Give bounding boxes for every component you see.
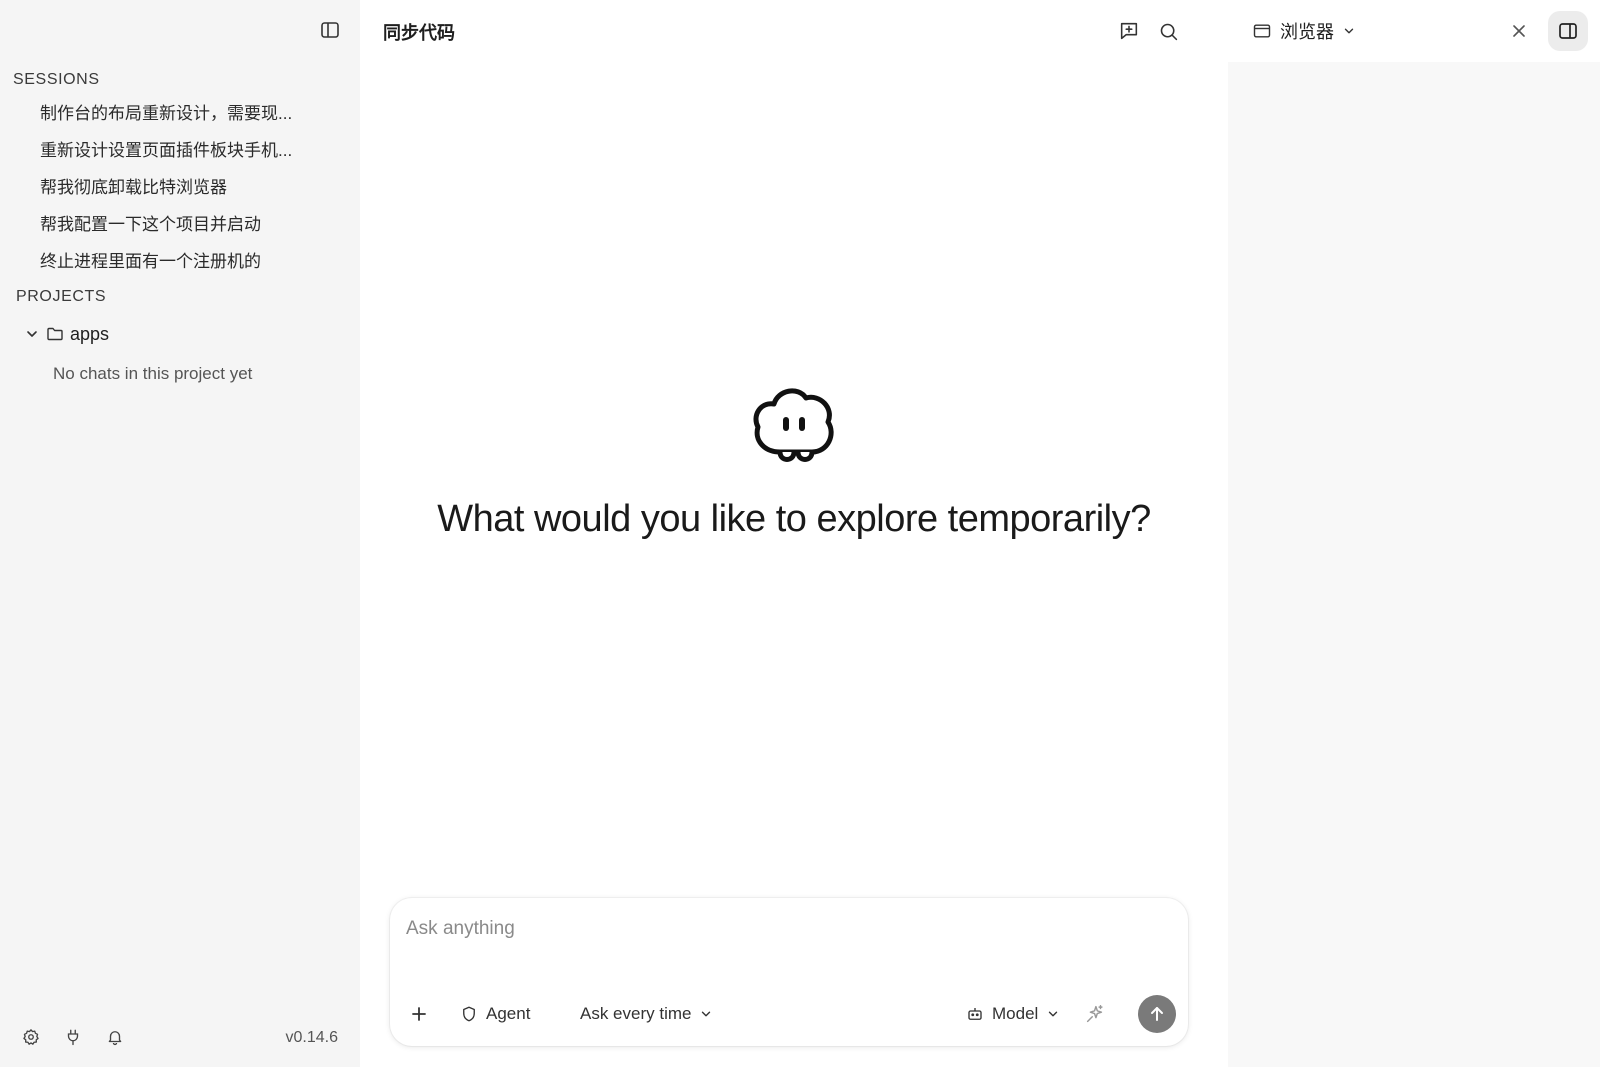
permission-label: Ask every time	[580, 1004, 692, 1023]
robot-icon	[968, 1008, 982, 1020]
sidebar: SESSIONS 制作台的布局重新设计，需要现... 重新设计设置页面插件板块手…	[0, 0, 360, 1067]
browser-panel-header: 浏览器	[1228, 0, 1600, 62]
chat-composer: Agent Ask every time Model	[390, 898, 1188, 1046]
sparkle-icon	[1086, 1005, 1103, 1023]
plug-icon	[67, 1029, 79, 1046]
chevron-down-icon	[1344, 28, 1354, 34]
panel-toggle-button[interactable]	[1548, 11, 1588, 51]
app-version: v0.14.6	[285, 1029, 338, 1046]
permission-select[interactable]: Ask every time	[580, 998, 713, 1030]
browser-panel: 浏览器	[1228, 0, 1600, 1067]
new-chat-icon	[1120, 22, 1138, 40]
chevron-down-icon	[702, 1011, 711, 1017]
session-list: 制作台的布局重新设计，需要现... 重新设计设置页面插件板块手机... 帮我彻底…	[40, 99, 292, 284]
project-name: apps	[70, 323, 110, 344]
sessions-label: SESSIONS	[13, 71, 100, 88]
welcome-hero: What would you like to explore temporari…	[360, 380, 1228, 541]
project-item-apps[interactable]: apps	[24, 322, 109, 346]
model-select[interactable]: Model	[966, 998, 1060, 1030]
folder-icon	[47, 327, 63, 341]
plus-icon	[412, 1007, 426, 1021]
close-icon	[1513, 25, 1525, 37]
composer-toolbar: Agent Ask every time Model	[390, 984, 1188, 1046]
page-title: 同步代码	[383, 23, 455, 43]
send-button[interactable]	[1138, 995, 1176, 1033]
agent-label: Agent	[486, 1004, 531, 1023]
main-area: 同步代码 What would you like to explore temp…	[360, 0, 1228, 1067]
shield-icon	[463, 1006, 475, 1022]
search-button[interactable]	[1155, 18, 1181, 44]
attach-button[interactable]	[410, 998, 428, 1030]
chat-input[interactable]	[406, 912, 1166, 946]
app-window: SESSIONS 制作台的布局重新设计，需要现... 重新设计设置页面插件板块手…	[0, 0, 1600, 1067]
session-item[interactable]: 制作台的布局重新设计，需要现...	[40, 99, 292, 136]
browser-select[interactable]: 浏览器	[1252, 18, 1356, 44]
new-chat-button[interactable]	[1116, 18, 1142, 44]
panel-toggle-icon	[1559, 23, 1577, 39]
sidebar-footer: v0.14.6	[0, 1005, 360, 1067]
enhance-prompt-button[interactable]	[1084, 998, 1106, 1030]
session-item[interactable]: 帮我彻底卸载比特浏览器	[40, 173, 292, 210]
browser-label: 浏览器	[1280, 22, 1334, 42]
projects-label: PROJECTS	[16, 288, 107, 305]
model-label: Model	[992, 1004, 1039, 1023]
browser-window-icon	[1253, 24, 1271, 38]
session-item[interactable]: 终止进程里面有一个注册机的	[40, 247, 292, 284]
sidebar-toggle-icon	[321, 22, 339, 38]
bell-icon	[108, 1031, 122, 1046]
session-item[interactable]: 重新设计设置页面插件板块手机...	[40, 136, 292, 173]
gear-icon	[23, 1029, 39, 1045]
settings-button[interactable]	[19, 1025, 43, 1049]
arrow-up-icon	[1151, 1007, 1163, 1021]
chevron-down-icon	[1049, 1011, 1058, 1017]
sidebar-toggle-button[interactable]	[318, 18, 342, 42]
browser-viewport[interactable]	[1228, 62, 1600, 1067]
project-empty-note: No chats in this project yet	[53, 364, 253, 383]
notifications-button[interactable]	[103, 1025, 127, 1049]
close-panel-button[interactable]	[1506, 18, 1532, 44]
agent-mode-button[interactable]: Agent	[460, 998, 530, 1030]
plugins-button[interactable]	[61, 1025, 85, 1049]
chevron-down-icon	[27, 331, 37, 337]
search-icon	[1160, 23, 1177, 40]
hero-title: What would you like to explore temporari…	[437, 498, 1151, 540]
mascot-logo-icon	[753, 388, 834, 462]
session-item[interactable]: 帮我配置一下这个项目并启动	[40, 210, 292, 247]
